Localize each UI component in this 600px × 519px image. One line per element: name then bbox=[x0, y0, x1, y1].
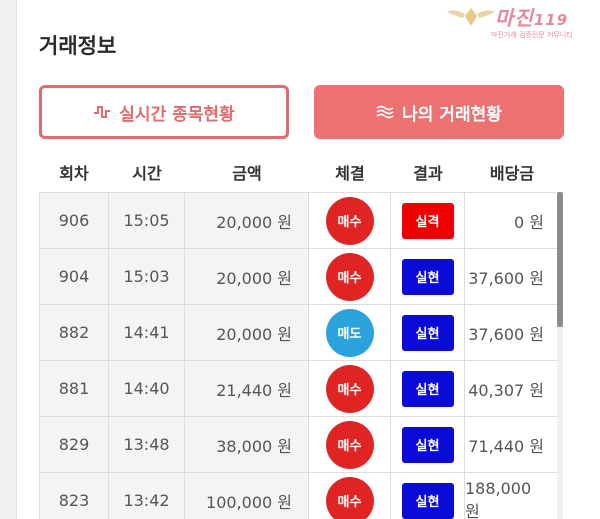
result-cell: 실현 bbox=[391, 417, 465, 472]
trade-cell: 매수 bbox=[309, 193, 391, 248]
page-title: 거래정보 bbox=[39, 34, 117, 58]
trade-badge: 매수 bbox=[325, 196, 374, 245]
scrollbar-thumb[interactable] bbox=[557, 192, 563, 327]
result-cell: 실현 bbox=[391, 361, 465, 416]
payout-cell: 71,440 원 bbox=[465, 417, 559, 472]
result-badge: 실현 bbox=[401, 426, 454, 463]
trade-badge: 매수 bbox=[325, 420, 374, 469]
time-cell: 14:40 bbox=[109, 361, 185, 416]
trade-cell: 매도 bbox=[309, 305, 391, 360]
time-cell: 15:05 bbox=[109, 193, 185, 248]
payout-cell: 188,000 원 bbox=[465, 473, 559, 519]
header-amount: 금액 bbox=[232, 164, 262, 183]
trade-cell: 매수 bbox=[309, 417, 391, 472]
round-cell: 829 bbox=[39, 417, 109, 472]
header-payout: 배당금 bbox=[489, 164, 535, 183]
amount-cell: 21,440 원 bbox=[185, 361, 309, 416]
result-cell: 실현 bbox=[391, 473, 465, 519]
table-row: 829 13:48 38,000 원 매수 실현 71,440 원 bbox=[39, 417, 559, 473]
trade-table-body[interactable]: 906 15:05 20,000 원 매수 실격 0 원 904 15:03 2… bbox=[39, 192, 559, 519]
header-trade: 체결 bbox=[335, 164, 365, 183]
table-scrollbar[interactable] bbox=[557, 192, 563, 519]
trade-badge: 매수 bbox=[325, 252, 374, 301]
round-cell: 882 bbox=[39, 305, 109, 360]
wings-emblem-icon bbox=[447, 8, 495, 26]
payout-cell: 0 원 bbox=[465, 193, 559, 248]
trade-badge: 매수 bbox=[325, 476, 374, 519]
result-badge: 실현 bbox=[401, 482, 454, 519]
round-cell: 906 bbox=[39, 193, 109, 248]
result-cell: 실격 bbox=[391, 193, 465, 248]
header-round: 회차 bbox=[59, 164, 89, 183]
watermark-logo: 마진119 bbox=[495, 6, 569, 30]
result-cell: 실현 bbox=[391, 305, 465, 360]
table-row: 881 14:40 21,440 원 매수 실현 40,307 원 bbox=[39, 361, 559, 417]
amount-cell: 100,000 원 bbox=[185, 473, 309, 519]
result-badge: 실격 bbox=[401, 202, 454, 239]
realtime-status-button[interactable]: 실시간 종목현황 bbox=[39, 85, 289, 139]
round-cell: 823 bbox=[39, 473, 109, 519]
payout-cell: 37,600 원 bbox=[465, 249, 559, 304]
amount-cell: 20,000 원 bbox=[185, 193, 309, 248]
table-row: 823 13:42 100,000 원 매수 실현 188,000 원 bbox=[39, 473, 559, 519]
result-cell: 실현 bbox=[391, 249, 465, 304]
result-badge: 실현 bbox=[401, 258, 454, 295]
pulse-icon bbox=[93, 104, 111, 120]
site-watermark: 마진119 마진거래 검증전문 커뮤니티 bbox=[447, 2, 597, 42]
header-time: 시간 bbox=[132, 164, 162, 183]
time-cell: 15:03 bbox=[109, 249, 185, 304]
table-row: 882 14:41 20,000 원 매도 실현 37,600 원 bbox=[39, 305, 559, 361]
time-cell: 13:48 bbox=[109, 417, 185, 472]
payout-cell: 37,600 원 bbox=[465, 305, 559, 360]
result-badge: 실현 bbox=[401, 314, 454, 351]
trade-info-panel: 마진119 마진거래 검증전문 커뮤니티 거래정보 실시간 종목현황 나의 거래… bbox=[16, 0, 600, 519]
amount-cell: 20,000 원 bbox=[185, 305, 309, 360]
round-cell: 904 bbox=[39, 249, 109, 304]
result-badge: 실현 bbox=[401, 370, 454, 407]
header-result: 결과 bbox=[413, 164, 443, 183]
table-row: 904 15:03 20,000 원 매수 실현 37,600 원 bbox=[39, 249, 559, 305]
table-header: 회차 시간 금액 체결 결과 배당금 bbox=[39, 160, 559, 190]
my-trade-status-button[interactable]: 나의 거래현황 bbox=[314, 85, 564, 139]
round-cell: 881 bbox=[39, 361, 109, 416]
realtime-status-label: 실시간 종목현황 bbox=[119, 104, 235, 125]
trade-cell: 매수 bbox=[309, 249, 391, 304]
trade-cell: 매수 bbox=[309, 361, 391, 416]
amount-cell: 38,000 원 bbox=[185, 417, 309, 472]
waves-icon bbox=[376, 105, 394, 119]
trade-badge: 매수 bbox=[325, 364, 374, 413]
time-cell: 14:41 bbox=[109, 305, 185, 360]
watermark-subtitle: 마진거래 검증전문 커뮤니티 bbox=[491, 31, 573, 39]
trade-badge: 매도 bbox=[325, 308, 374, 357]
table-row: 906 15:05 20,000 원 매수 실격 0 원 bbox=[39, 193, 559, 249]
amount-cell: 20,000 원 bbox=[185, 249, 309, 304]
payout-cell: 40,307 원 bbox=[465, 361, 559, 416]
my-trade-status-label: 나의 거래현황 bbox=[402, 104, 502, 125]
trade-cell: 매수 bbox=[309, 473, 391, 519]
time-cell: 13:42 bbox=[109, 473, 185, 519]
